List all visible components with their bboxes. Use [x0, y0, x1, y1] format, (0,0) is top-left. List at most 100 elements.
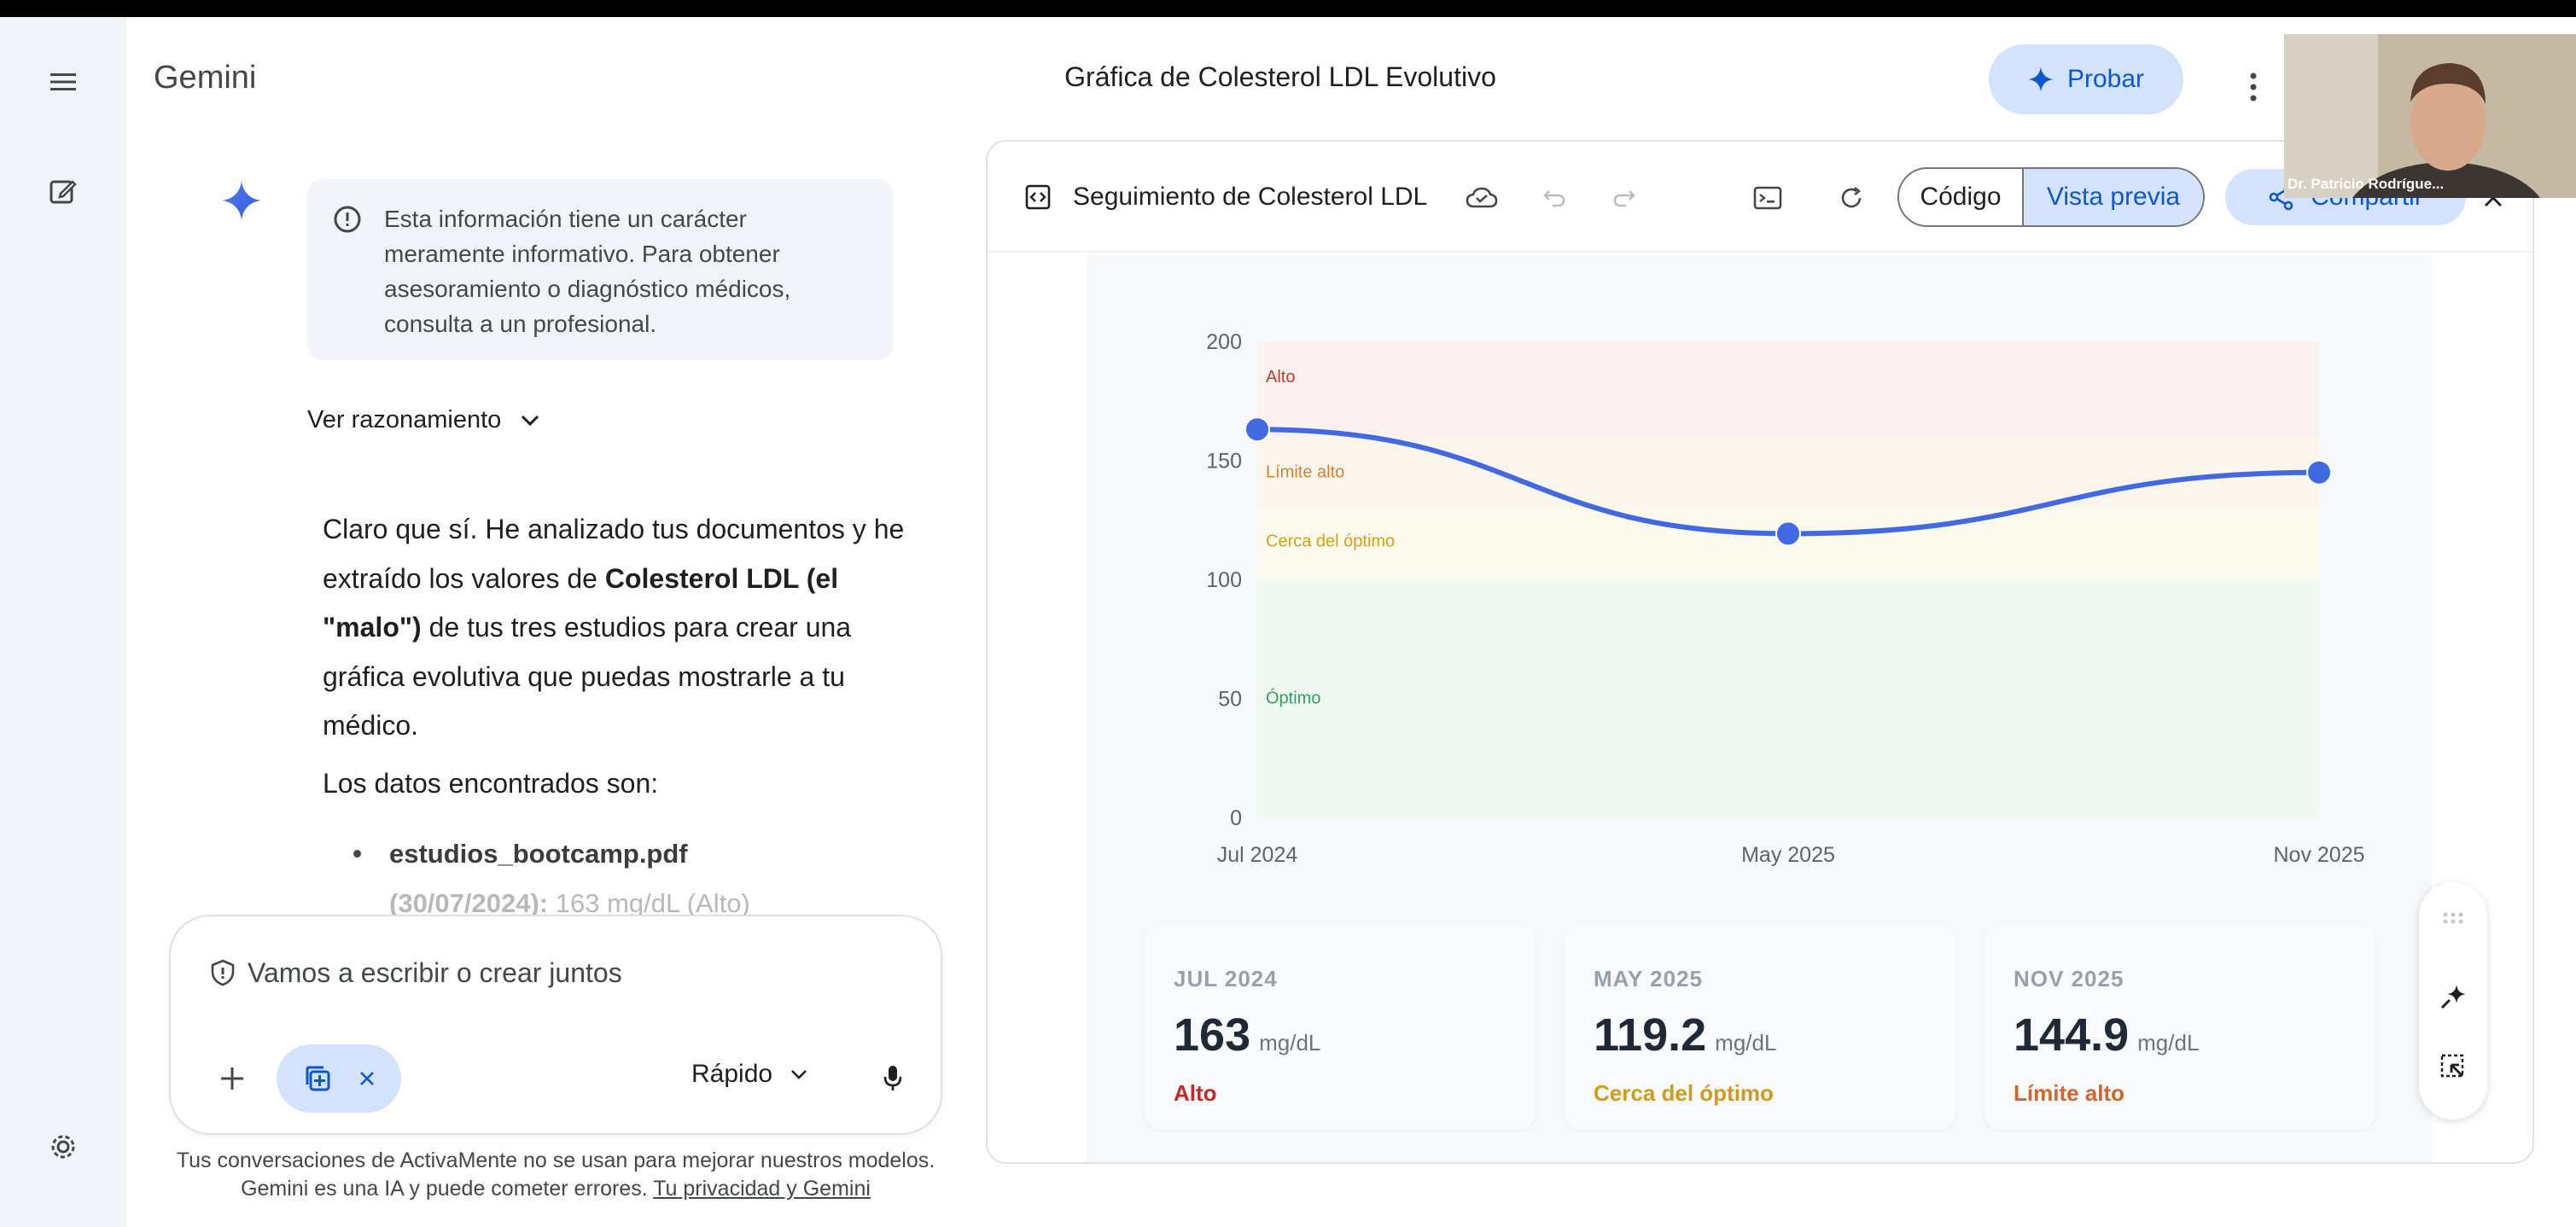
stat-card-status: Límite alto [2014, 1080, 2125, 1106]
cloud-icon [1466, 187, 1498, 208]
zone-label: Cerca del óptimo [1266, 532, 1395, 550]
redo-button[interactable] [1604, 177, 1645, 218]
select-element-button[interactable] [2433, 1046, 2474, 1087]
webcam-overlay [2284, 34, 2576, 198]
data-point [1244, 416, 1270, 443]
stat-card-status: Cerca del óptimo [1594, 1080, 1774, 1106]
model-mode-label: Rápido [691, 1060, 773, 1088]
stat-card-nov-2025: NOV 2025 144.9 mg/dL Límite alto [1984, 925, 2375, 1130]
side-rail [0, 17, 126, 1227]
more-options-button[interactable] [2228, 61, 2279, 113]
zone-band [1257, 341, 2319, 437]
shield-icon [211, 959, 235, 986]
stat-card-may-2025: MAY 2025 119.2 mg/dL Cerca del óptimo [1565, 925, 1955, 1130]
stat-card-value: 144.9 mg/dL [2014, 1009, 2199, 1061]
microphone-icon [883, 1066, 902, 1090]
zone-label: Óptimo [1266, 689, 1320, 708]
data-point [2306, 459, 2332, 486]
code-preview-toggle: Código Vista previa [1897, 167, 2205, 227]
tab-preview[interactable]: Vista previa [2024, 169, 2203, 225]
stat-card-number: 163 [1174, 1009, 1251, 1061]
list-item: estudios_bootcamp.pdf (30/07/2024): 163 … [352, 829, 898, 928]
chevron-down-icon [791, 1070, 807, 1079]
privacy-link[interactable]: Tu privacidad y Gemini [653, 1177, 871, 1201]
tab-code[interactable]: Código [1899, 169, 2024, 225]
bullet-file: estudios_bootcamp.pdf [389, 839, 688, 869]
new-chat-button[interactable] [36, 164, 90, 218]
settings-button[interactable] [36, 1119, 90, 1174]
code-file-icon [1025, 184, 1051, 210]
redo-icon [1613, 190, 1635, 207]
zone-band [1257, 579, 2319, 817]
cloud-save-button[interactable] [1461, 177, 1502, 218]
prompt-input[interactable]: Vamos a escribir o crear juntos [248, 957, 622, 989]
menu-icon [50, 73, 76, 90]
stat-card-status: Alto [1174, 1080, 1217, 1106]
bullet-value: 163 mg/dL (Alto) [548, 888, 750, 918]
conversation-title: Gráfica de Colesterol LDL Evolutivo [1064, 61, 1496, 92]
prompt-input-box[interactable]: Vamos a escribir o crear juntos Rápido [169, 915, 942, 1135]
stat-card-number: 144.9 [2014, 1009, 2130, 1061]
floating-toolbar [2419, 882, 2487, 1119]
undo-icon [1543, 190, 1565, 207]
app-brand[interactable]: Gemini [154, 60, 256, 96]
show-reasoning-toggle[interactable]: Ver razonamiento [307, 406, 540, 434]
close-icon[interactable] [359, 1071, 375, 1086]
attached-tool-chip[interactable] [277, 1044, 401, 1113]
stat-card-jul-2024: JUL 2024 163 mg/dL Alto [1145, 925, 1536, 1130]
webcam-person-image [2284, 34, 2576, 198]
refresh-icon [1841, 186, 1862, 208]
response-data-intro: Los datos encontrados son: [323, 768, 659, 799]
canvas-panel: Seguimiento de Colesterol LDL Código Vis… [986, 140, 2534, 1164]
plus-icon [221, 1067, 243, 1090]
stat-card-unit: mg/dL [1715, 1030, 1777, 1055]
model-mode-selector[interactable]: Rápido [691, 1060, 808, 1089]
console-button[interactable] [1747, 177, 1788, 218]
response-paragraph: Claro que sí. He analizado tus documento… [323, 505, 912, 751]
undo-button[interactable] [1534, 177, 1575, 218]
ai-edit-button[interactable] [2433, 976, 2474, 1017]
y-tick-label: 150 [1206, 450, 1242, 474]
stat-card-unit: mg/dL [2137, 1030, 2200, 1055]
bullet-dot [353, 850, 361, 858]
drag-grid-icon [2443, 912, 2463, 924]
webcam-participant-name: Dr. Patricio Rodrígue... [2288, 176, 2445, 192]
copy-add-icon [306, 1066, 330, 1091]
terminal-icon [1753, 186, 1782, 210]
stat-card-date: JUL 2024 [1174, 966, 1278, 991]
list-item-text: estudios_bootcamp.pdf (30/07/2024): 163 … [389, 829, 898, 928]
canvas-preview: Alto Límite alto Cerca del óptimo Óptimo 0 50… [1087, 254, 2432, 1162]
stat-card-unit: mg/dL [1259, 1030, 1321, 1055]
zone-label: Alto [1266, 368, 1295, 387]
gemini-logo-icon [222, 181, 261, 220]
stat-card-number: 119.2 [1594, 1009, 1707, 1061]
gemini-app: Gemini Gráfica de Colesterol LDL Evoluti… [0, 17, 2576, 1227]
stat-card-value: 119.2 mg/dL [1594, 1009, 1776, 1061]
try-button-label: Probar [2066, 65, 2145, 93]
bullet-date: (30/07/2024): [389, 888, 549, 918]
privacy-footer: Tus conversaciones de ActivaMente no se … [169, 1147, 942, 1203]
edit-icon [50, 180, 77, 204]
y-tick-label: 100 [1206, 568, 1242, 592]
medical-disclaimer: Esta información tiene un carácter meram… [307, 179, 893, 360]
sparkle-icon [2027, 67, 2054, 92]
data-point [1775, 520, 1801, 547]
y-tick-label: 200 [1206, 330, 1242, 354]
microphone-button[interactable] [867, 1053, 918, 1104]
y-tick-label: 0 [1230, 806, 1242, 830]
stat-card-value: 163 mg/dL [1174, 1009, 1320, 1061]
ldl-line-chart: Alto Límite alto Cerca del óptimo Óptimo 0 50… [1206, 330, 2364, 867]
magic-sparkle-icon [2440, 985, 2466, 1009]
zone-label: Límite alto [1266, 462, 1344, 481]
refresh-button[interactable] [1831, 177, 1872, 218]
gear-icon [51, 1135, 75, 1159]
show-reasoning-label: Ver razonamiento [307, 406, 502, 433]
x-tick-label: Jul 2024 [1217, 843, 1298, 867]
info-icon [334, 206, 361, 233]
add-attachment-button[interactable] [207, 1053, 258, 1104]
main-menu-button[interactable] [36, 55, 90, 109]
x-tick-label: Nov 2025 [2273, 843, 2364, 867]
try-button[interactable]: Probar [1989, 44, 2183, 114]
y-tick-label: 50 [1218, 688, 1242, 712]
drag-handle[interactable] [2433, 898, 2474, 939]
